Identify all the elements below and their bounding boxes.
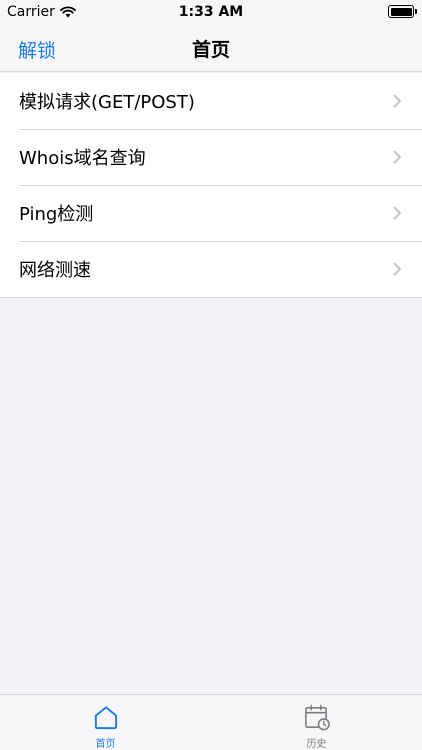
menu-item-label: 网络测速 (19, 260, 91, 281)
chevron-right-icon (393, 262, 401, 276)
menu-item-label: Ping检测 (19, 204, 94, 225)
menu-item-label: Whois域名查询 (19, 148, 146, 169)
menu-item-label: 模拟请求(GET/POST) (19, 92, 195, 113)
home-icon (94, 706, 117, 730)
chevron-right-icon (393, 206, 401, 220)
history-calendar-icon (304, 704, 330, 731)
menu-item-mock-request[interactable]: 模拟请求(GET/POST) (0, 73, 422, 129)
navigation-bar: 解锁 首页 (0, 24, 422, 72)
menu-list: 模拟请求(GET/POST) Whois域名查询 Ping检测 网络测速 (0, 73, 422, 298)
battery-icon (388, 5, 417, 18)
chevron-right-icon (393, 150, 401, 164)
page-title: 首页 (191, 39, 230, 61)
status-time: 1:33 AM (178, 4, 244, 20)
tab-bar: 首页 历史 (0, 694, 422, 750)
chevron-right-icon (393, 94, 401, 108)
tab-label: 首页 (95, 739, 116, 750)
menu-item-ping[interactable]: Ping检测 (0, 185, 422, 241)
tab-home[interactable]: 首页 (0, 695, 211, 750)
tab-label: 历史 (306, 739, 327, 750)
status-bar: Carrier 1:33 AM (0, 0, 422, 24)
tab-history[interactable]: 历史 (211, 695, 422, 750)
menu-item-whois[interactable]: Whois域名查询 (0, 129, 422, 185)
menu-item-speed-test[interactable]: 网络测速 (0, 241, 422, 297)
